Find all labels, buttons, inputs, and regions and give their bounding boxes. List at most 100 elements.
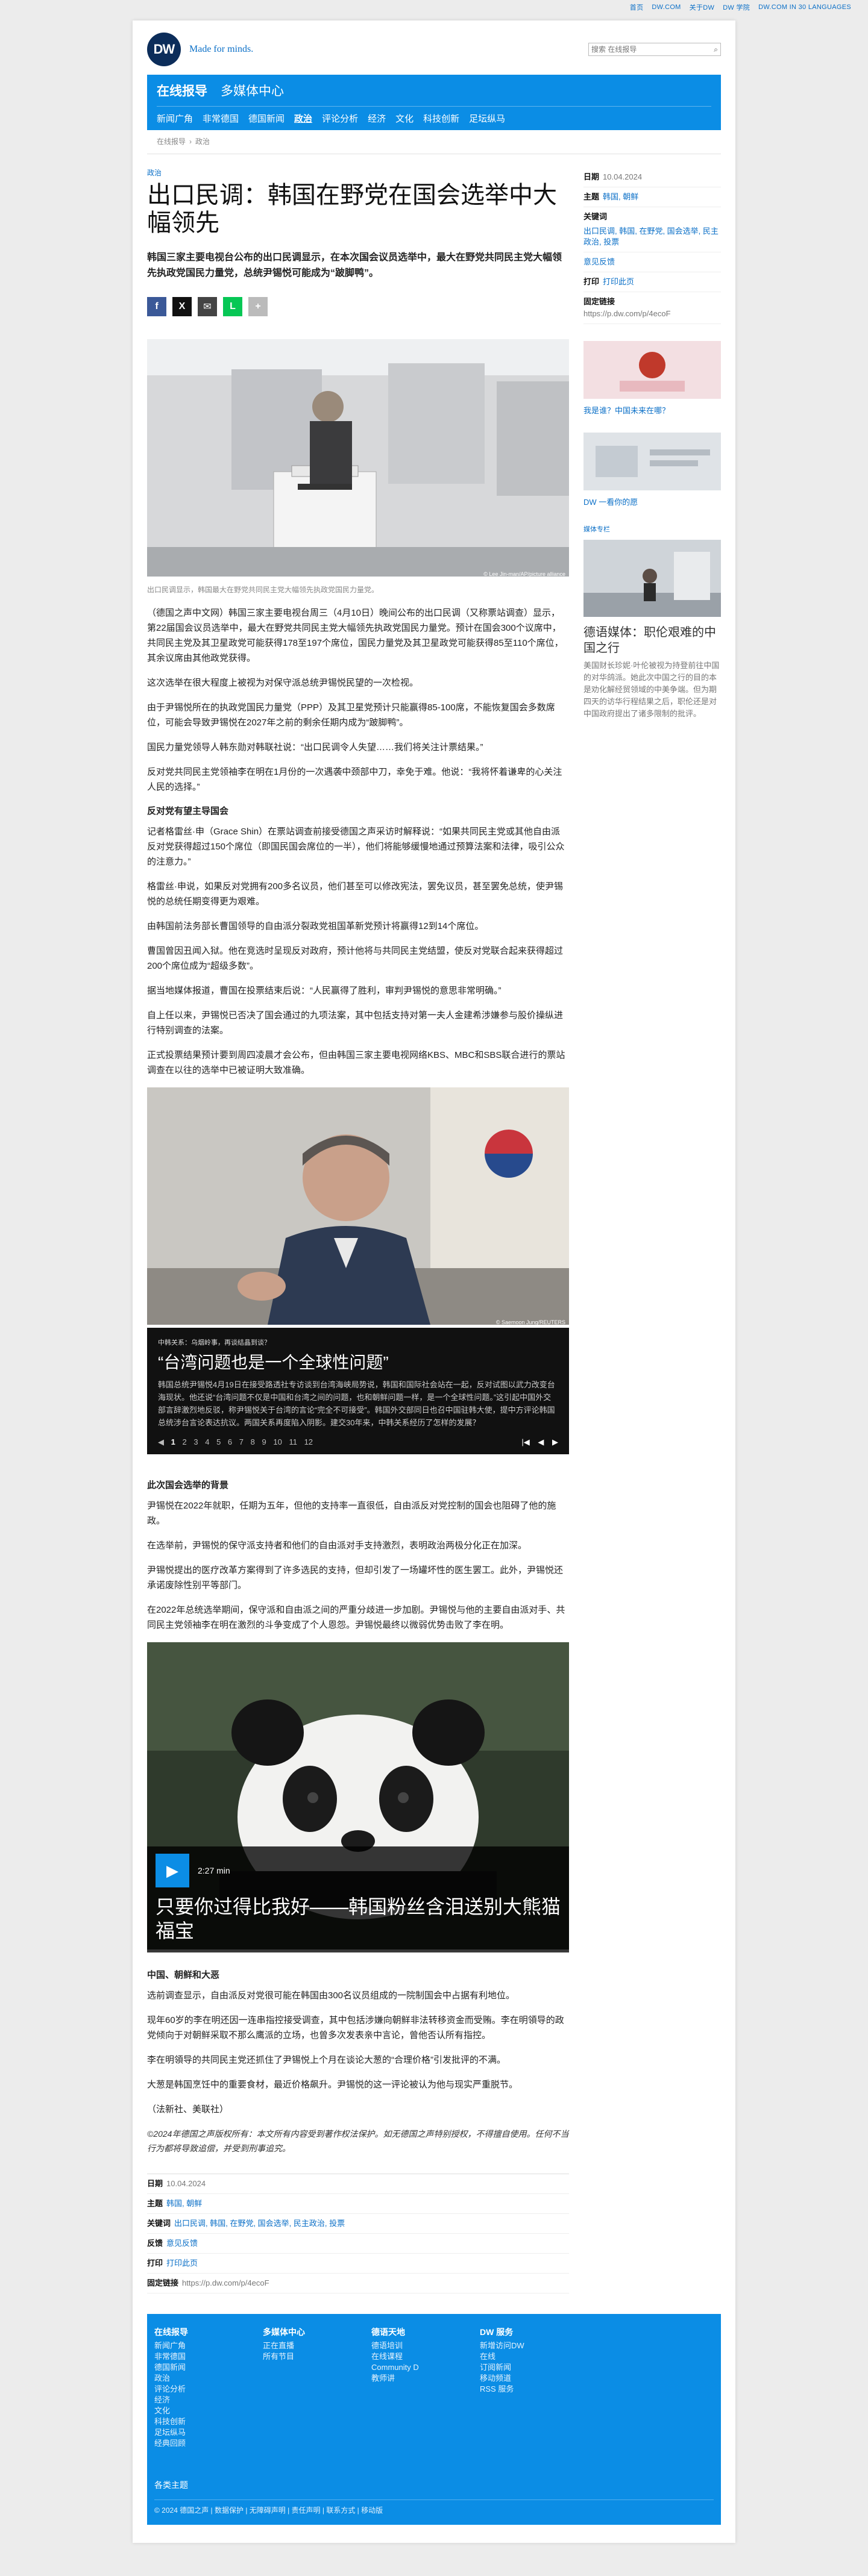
footer-link[interactable]: 德国新闻 — [154, 2362, 239, 2373]
nav-item-football[interactable]: 足坛纵马 — [469, 112, 505, 125]
nav-item-politics[interactable]: 政治 — [294, 112, 312, 125]
footer-link[interactable]: Community D — [371, 2362, 456, 2373]
gallery-page[interactable]: 2 — [182, 1437, 186, 1446]
gallery-page[interactable]: 10 — [273, 1437, 281, 1446]
footer-heading[interactable]: 在线报导 — [154, 2326, 239, 2338]
gallery-page[interactable]: 4 — [205, 1437, 209, 1446]
nav-item-germany[interactable]: 非常德国 — [203, 112, 239, 125]
top-link-dwcom[interactable]: DW.COM — [652, 4, 681, 11]
footer-link[interactable]: 科技创新 — [154, 2416, 239, 2427]
nav-primary[interactable]: 在线报导 — [157, 81, 207, 99]
hero-photo — [147, 339, 569, 577]
footer-heading[interactable]: DW 服务 — [480, 2326, 564, 2338]
sidebar: 日期 10.04.2024 主题 韩国, 朝鲜 关键词 出口民调, 韩国, 在野党, … — [583, 167, 721, 2293]
meta-topics[interactable]: 韩国, 朝鲜 — [166, 2198, 202, 2209]
page-container: DW Made for minds. ⌕ 在线报导 多媒体中心 新闻广角 非常德… — [133, 20, 735, 2543]
sidebar-article-title[interactable]: 德语媒体：职伦艰难的中国之行 — [583, 625, 721, 656]
footer-link[interactable]: 在线课程 — [371, 2351, 456, 2362]
permalink[interactable]: https://p.dw.com/p/4ecoF — [182, 2278, 269, 2289]
breadcrumb-item[interactable]: 政治 — [195, 137, 210, 146]
sidebar-section-label: 媒体专栏 — [583, 526, 610, 533]
feedback-link[interactable]: 意见反馈 — [166, 2238, 198, 2249]
gallery-page-prev-icon[interactable]: ◀ — [158, 1437, 164, 1446]
nav-item-german-news[interactable]: 德国新闻 — [248, 112, 285, 125]
top-link-about[interactable]: 关于DW — [690, 2, 715, 12]
footer-link[interactable]: 非常德国 — [154, 2351, 239, 2362]
gallery-page[interactable]: 6 — [228, 1437, 232, 1446]
video-title[interactable]: 只要你过得比我好——韩国粉丝含泪送别大熊猫福宝 — [156, 1895, 561, 1943]
main-navigation: 在线报导 多媒体中心 新闻广角 非常德国 德国新闻 政治 评论分析 经济 文化 … — [147, 75, 721, 130]
footer-heading[interactable]: 多媒体中心 — [263, 2326, 347, 2338]
nav-multimedia[interactable]: 多媒体中心 — [221, 81, 284, 99]
search-input[interactable] — [591, 45, 714, 54]
paragraph: 据当地媒体报道，曹国在投票结束后说：“人民赢得了胜利，审判尹锡悦的意思非常明确。… — [147, 986, 502, 996]
meta-keywords[interactable]: 出口民调, 韩国, 在野党, 国会选举, 民主政治, 投票 — [583, 226, 721, 248]
breadcrumb-item[interactable]: 在线报导 — [157, 137, 186, 146]
top-link-academy[interactable]: DW 学院 — [723, 2, 750, 12]
nav-item-news[interactable]: 新闻广角 — [157, 112, 193, 125]
footer-link[interactable]: 所有节目 — [263, 2351, 347, 2362]
footer-link[interactable]: 政治 — [154, 2373, 239, 2384]
gallery-page[interactable]: 12 — [304, 1437, 313, 1446]
footer-link[interactable]: 新闻广角 — [154, 2340, 239, 2351]
footer-link[interactable]: 在线 — [480, 2351, 564, 2362]
play-icon[interactable]: ▶ — [156, 1854, 189, 1887]
footer-topics-link[interactable]: 各类主题 — [154, 2479, 714, 2491]
email-icon[interactable]: ✉ — [198, 297, 217, 316]
article-body: （德国之声中文网）韩国三家主要电视台周三（4月10日）晚间公布的出口民调（又称票… — [147, 605, 569, 2156]
nav-item-science[interactable]: 科技创新 — [423, 112, 459, 125]
line-icon[interactable]: L — [223, 297, 242, 316]
footer-link[interactable]: 教师讲 — [371, 2373, 456, 2384]
promo-tile[interactable]: 我是谁？中国未来在哪？ — [583, 341, 721, 416]
footer-link[interactable]: 经济 — [154, 2395, 239, 2406]
sidebar-article-desc: 美国财长珍妮·叶伦被视为持登前往中国的对华鸽派。她此次中国之行的目的本是劝化解经… — [583, 661, 720, 718]
article-kicker[interactable]: 政治 — [147, 167, 569, 178]
more-share-icon[interactable]: + — [248, 297, 268, 316]
promo-caption[interactable]: DW 一看你的愿 — [583, 496, 721, 507]
print-link[interactable]: 打印此页 — [166, 2258, 198, 2269]
footer-heading[interactable]: 德语天地 — [371, 2326, 456, 2338]
paragraph: 尹锡悦提出的医疗改革方案得到了许多选民的支持，但却引发了一场罐坏性的医生罢工。此… — [147, 1565, 564, 1590]
gallery-prev-icon[interactable]: ◀ — [538, 1437, 544, 1446]
footer-link[interactable]: 文化 — [154, 2406, 239, 2416]
gallery-page[interactable]: 8 — [251, 1437, 255, 1446]
paragraph: （法新社、美联社） — [147, 2104, 229, 2115]
footer-link[interactable]: 德语培训 — [371, 2340, 456, 2351]
feedback-link[interactable]: 意见反馈 — [583, 257, 615, 267]
meta-topics[interactable]: 韩国, 朝鲜 — [603, 192, 638, 202]
gallery-page[interactable]: 7 — [239, 1437, 244, 1446]
gallery-page[interactable]: 1 — [171, 1437, 175, 1446]
footer-link[interactable]: 订阅新闻 — [480, 2362, 564, 2373]
nav-item-opinion[interactable]: 评论分析 — [322, 112, 358, 125]
top-link-home[interactable]: 首页 — [630, 2, 644, 12]
gallery-page[interactable]: 3 — [193, 1437, 198, 1446]
nav-item-economy[interactable]: 经济 — [368, 112, 386, 125]
gallery-page[interactable]: 11 — [289, 1437, 297, 1446]
permalink[interactable]: https://p.dw.com/p/4ecoF — [583, 308, 721, 319]
facebook-icon[interactable]: f — [147, 297, 166, 316]
gallery-first-icon[interactable]: |◀ — [521, 1437, 529, 1446]
footer-link[interactable]: RSS 服务 — [480, 2384, 564, 2395]
x-icon[interactable]: X — [172, 297, 192, 316]
dw-logo[interactable]: DW — [147, 33, 181, 66]
footer-link[interactable]: 新增访问DW — [480, 2340, 564, 2351]
video-player[interactable]: ▶ 2:27 min 只要你过得比我好——韩国粉丝含泪送别大熊猫福宝 — [147, 1642, 569, 1952]
section-heading: 此次国会选举的背景 — [147, 1480, 229, 1490]
gallery-next-icon[interactable]: ▶ — [552, 1437, 558, 1446]
print-link[interactable]: 打印此页 — [603, 277, 634, 287]
footer-link[interactable]: 正在直播 — [263, 2340, 347, 2351]
top-link-languages[interactable]: DW.COM IN 30 LANGUAGES — [758, 4, 851, 11]
sidebar-article[interactable]: 德语媒体：职伦艰难的中国之行 美国财长珍妮·叶伦被视为持登前往中国的对华鸽派。她… — [583, 540, 721, 720]
search-icon[interactable]: ⌕ — [714, 45, 718, 54]
site-footer: 在线报导 新闻广角 非常德国 德国新闻 政治 评论分析 经济 文化 科技创新 足… — [147, 2314, 721, 2525]
footer-link[interactable]: 移动频道 — [480, 2373, 564, 2384]
footer-link[interactable]: 经典回顾 — [154, 2438, 239, 2449]
gallery-page[interactable]: 5 — [216, 1437, 221, 1446]
nav-item-culture[interactable]: 文化 — [395, 112, 414, 125]
promo-caption[interactable]: 我是谁？中国未来在哪？ — [583, 404, 721, 416]
footer-link[interactable]: 足坛纵马 — [154, 2427, 239, 2438]
footer-link[interactable]: 评论分析 — [154, 2384, 239, 2395]
meta-keywords[interactable]: 出口民调, 韩国, 在野党, 国会选举, 民主政治, 投票 — [174, 2218, 345, 2229]
promo-tile[interactable]: DW 一看你的愿 — [583, 433, 721, 507]
gallery-page[interactable]: 9 — [262, 1437, 266, 1446]
